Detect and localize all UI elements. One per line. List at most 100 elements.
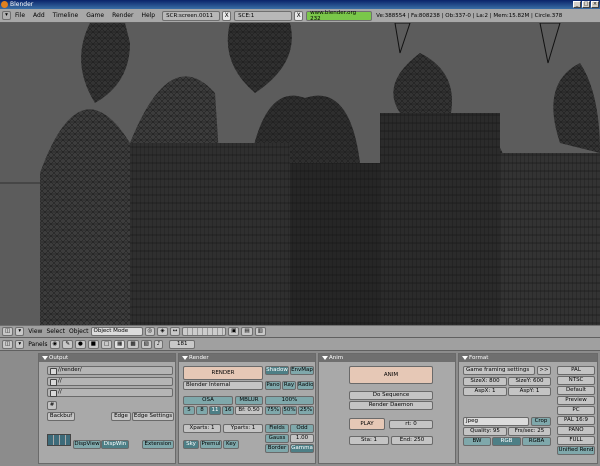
yparts-field[interactable]: Yparts: 1	[223, 424, 263, 433]
select-menu[interactable]: Select	[46, 328, 65, 335]
layer-buttons[interactable]	[182, 327, 227, 336]
editor-type-icon[interactable]: ◫	[2, 327, 14, 336]
bw-toggle[interactable]: BW	[463, 437, 491, 446]
output-panel-header[interactable]: Output	[39, 354, 175, 362]
size-25-toggle[interactable]: 25%	[298, 406, 314, 415]
preset-pano[interactable]: PANO	[557, 426, 595, 435]
backbuf-path-field[interactable]: //	[47, 377, 173, 386]
manipulator-icon[interactable]: ↔	[169, 327, 181, 336]
mode-selector[interactable]: Object Mode	[90, 327, 143, 336]
size-100-toggle[interactable]: 100%	[265, 396, 314, 405]
unified-render-toggle[interactable]: Unified Rend	[557, 446, 595, 455]
render-daemon-toggle[interactable]: Render Daemon	[349, 401, 433, 410]
aspy-field[interactable]: AspY: 1	[508, 387, 551, 396]
ftype-path-field[interactable]: //	[47, 388, 173, 397]
menu-game[interactable]: Game	[82, 12, 108, 19]
crop-toggle[interactable]: Crop	[531, 417, 551, 426]
menu-help[interactable]: Help	[137, 12, 159, 19]
render-path-field[interactable]: //render/	[47, 366, 173, 375]
object-icon[interactable]: ■	[87, 339, 99, 349]
dispwin-grid-icon[interactable]	[47, 434, 71, 446]
pano-toggle[interactable]: Pano	[265, 381, 281, 390]
game-framing-button[interactable]: Game framing settings	[463, 366, 535, 375]
shadow-toggle[interactable]: Shadow	[265, 366, 289, 375]
rgb-toggle[interactable]: RGB	[492, 437, 521, 446]
scene-delete-button[interactable]: X	[294, 10, 304, 21]
sound-icon[interactable]: ♪	[153, 339, 164, 349]
premul-toggle[interactable]: Premul	[200, 440, 222, 449]
script-icon[interactable]: ✎	[62, 339, 73, 349]
aspx-field[interactable]: AspX: 1	[463, 387, 507, 396]
anim-scene-icon[interactable]: ▧	[140, 339, 152, 349]
quality-field[interactable]: Quality: 95	[463, 427, 507, 436]
frame-number-field[interactable]: 181	[169, 339, 196, 349]
editing-icon[interactable]: □	[100, 339, 113, 349]
anim-button[interactable]: ANIM	[349, 366, 433, 384]
preset-full[interactable]: FULL	[557, 436, 595, 445]
output-small-button[interactable]: #	[47, 401, 57, 410]
object-menu[interactable]: Object	[69, 328, 89, 335]
osa-level-8[interactable]: 8	[196, 406, 208, 415]
mblur-toggle[interactable]: MBLUR	[235, 396, 263, 405]
menu-timeline[interactable]: Timeline	[49, 12, 83, 19]
editor-type-icon[interactable]: ◫	[2, 339, 14, 349]
osa-level-16[interactable]: 16	[222, 406, 234, 415]
render-button[interactable]: RENDER	[183, 366, 263, 380]
sizey-field[interactable]: SizeY: 600	[508, 377, 551, 386]
dispwin-button[interactable]: DispWin	[101, 440, 129, 449]
shading-icon[interactable]: ●	[74, 339, 86, 349]
3d-viewport[interactable]	[0, 23, 600, 325]
gauss-value-field[interactable]: 1.00	[290, 434, 314, 443]
preset-pc[interactable]: PC	[557, 406, 595, 415]
layer-lock-icon[interactable]: ▤	[241, 327, 253, 336]
menu-render[interactable]: Render	[108, 12, 137, 19]
lock-icon[interactable]: ▣	[228, 327, 240, 336]
gamma-toggle[interactable]: Gamma	[290, 444, 314, 453]
frs-sec-field[interactable]: Frs/sec: 25	[508, 427, 551, 436]
osa-toggle[interactable]: OSA	[183, 396, 233, 405]
key-toggle[interactable]: Key	[223, 440, 239, 449]
scene-icon[interactable]: ▦	[114, 339, 126, 349]
backbuf-button[interactable]: Backbuf	[47, 412, 75, 421]
logic-icon[interactable]: ◉	[49, 339, 61, 349]
preset-default[interactable]: Default	[557, 386, 595, 395]
radio-toggle[interactable]: Radio	[297, 381, 314, 390]
renderer-selector[interactable]: Blender Internal	[183, 381, 263, 390]
rt-field[interactable]: rt: 0	[389, 420, 433, 429]
border-toggle[interactable]: Border	[265, 444, 289, 453]
extension-button[interactable]: Extension	[142, 440, 174, 449]
sizex-field[interactable]: SizeX: 800	[463, 377, 507, 386]
edge-settings-button[interactable]: Edge Settings	[132, 412, 174, 421]
osa-level-11[interactable]: 11	[209, 406, 221, 415]
blender-url-field[interactable]: www.blender.org 232	[306, 10, 373, 22]
dispview-button[interactable]: DispView	[73, 440, 101, 449]
pivot-icon[interactable]: ◈	[157, 327, 168, 336]
size-75-toggle[interactable]: 75%	[265, 406, 281, 415]
menu-file[interactable]: File	[11, 12, 29, 19]
preset-pal-16-9[interactable]: PAL 16:9	[557, 416, 595, 425]
do-sequence-toggle[interactable]: Do Sequence	[349, 391, 433, 400]
ray-toggle[interactable]: Ray	[282, 381, 296, 390]
xparts-field[interactable]: Xparts: 1	[183, 424, 221, 433]
menu-add[interactable]: Add	[29, 12, 49, 19]
bf-field[interactable]: Bf: 0.50	[235, 406, 263, 415]
preset-pal[interactable]: PAL	[557, 366, 595, 375]
view-menu[interactable]: View	[28, 328, 42, 335]
render-panel-header[interactable]: Render	[179, 354, 315, 362]
sky-toggle[interactable]: Sky	[183, 440, 199, 449]
minimize-icon[interactable]: _	[573, 1, 581, 8]
preset-preview[interactable]: Preview	[557, 396, 595, 405]
end-frame-field[interactable]: End: 250	[391, 436, 433, 445]
odd-toggle[interactable]: Odd	[290, 424, 314, 433]
collapse-header-icon[interactable]: ▾	[15, 327, 25, 336]
rgba-toggle[interactable]: RGBA	[522, 437, 551, 446]
draw-type-icon[interactable]: ◎	[144, 327, 156, 336]
gauss-toggle[interactable]: Gauss	[265, 434, 289, 443]
play-button[interactable]: PLAY	[349, 418, 385, 430]
format-panel-header[interactable]: Format	[459, 354, 597, 362]
screen-selector[interactable]: SCR:screen.0011	[162, 10, 221, 21]
collapse-header-icon[interactable]: ▾	[15, 339, 25, 349]
render-scene-icon[interactable]: ▩	[127, 339, 139, 349]
size-50-toggle[interactable]: 50%	[282, 406, 297, 415]
scene-selector[interactable]: SCE:1	[234, 10, 293, 21]
